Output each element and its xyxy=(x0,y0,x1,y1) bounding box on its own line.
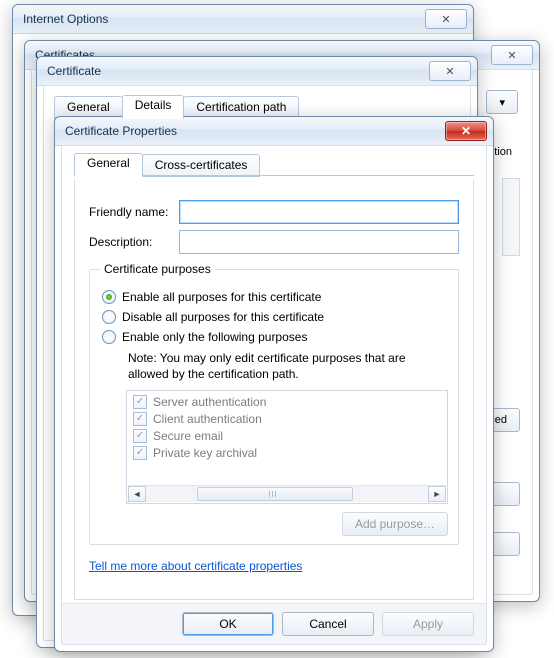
list-item-label: Server authentication xyxy=(153,395,266,409)
close-button[interactable]: ✕ xyxy=(445,121,487,141)
close-icon: ✕ xyxy=(441,13,450,26)
close-button[interactable]: ✕ xyxy=(429,61,471,81)
titlebar[interactable]: Certificate Properties ✕ xyxy=(55,117,493,146)
radio-label: Disable all purposes for this certificat… xyxy=(122,310,324,324)
chevron-right-icon: ► xyxy=(433,489,442,499)
list-item[interactable]: Private key archival xyxy=(129,444,445,461)
list-item-label: Secure email xyxy=(153,429,223,443)
close-icon: ✕ xyxy=(461,124,471,138)
checkbox-icon xyxy=(133,429,147,443)
checkbox-icon xyxy=(133,395,147,409)
checkbox-icon xyxy=(133,446,147,460)
tab-cross-certificates[interactable]: Cross-certificates xyxy=(142,154,261,177)
row-friendly-name: Friendly name: xyxy=(89,200,459,224)
window-title: Certificate Properties xyxy=(65,124,445,138)
friendly-name-input[interactable] xyxy=(179,200,459,224)
list-item-label: Private key archival xyxy=(153,446,257,460)
dropdown-partial[interactable]: ▾ xyxy=(486,90,518,114)
tabs: General Cross-certificates xyxy=(74,154,259,177)
description-input[interactable] xyxy=(179,230,459,254)
radio-enable-all[interactable]: Enable all purposes for this certificate xyxy=(102,290,448,304)
radio-enable-only[interactable]: Enable only the following purposes xyxy=(102,330,448,344)
radio-label: Enable only the following purposes xyxy=(122,330,307,344)
titlebar[interactable]: Internet Options ✕ xyxy=(13,5,473,34)
scroll-thumb[interactable] xyxy=(197,487,353,501)
dialog-footer: OK Cancel Apply xyxy=(62,603,486,644)
label-friendly-name: Friendly name: xyxy=(89,205,179,219)
window-certificate-properties: Certificate Properties ✕ General Cross-c… xyxy=(54,116,494,652)
list-item[interactable]: Secure email xyxy=(129,427,445,444)
close-icon: ✕ xyxy=(445,65,454,78)
checkbox-icon xyxy=(133,412,147,426)
apply-button: Apply xyxy=(382,612,474,636)
scrollbar-partial[interactable] xyxy=(502,178,520,256)
list-item-label: Client authentication xyxy=(153,412,262,426)
close-button[interactable]: ✕ xyxy=(491,45,533,65)
radio-icon xyxy=(102,310,116,324)
add-purpose-button: Add purpose… xyxy=(342,512,448,536)
purposes-list-inner: Server authentication Client authenticati… xyxy=(129,393,445,485)
purposes-note: Note: You may only edit certificate purp… xyxy=(128,350,448,382)
scroll-right-button[interactable]: ► xyxy=(428,486,446,502)
window-body: General Cross-certificates Friendly name… xyxy=(61,145,487,645)
horizontal-scrollbar[interactable]: ◄ ► xyxy=(128,485,446,502)
radio-label: Enable all purposes for this certificate xyxy=(122,290,321,304)
tab-general[interactable]: General xyxy=(74,153,143,177)
list-item[interactable]: Server authentication xyxy=(129,393,445,410)
titlebar[interactable]: Certificate ✕ xyxy=(37,57,477,86)
radio-icon xyxy=(102,330,116,344)
cancel-button[interactable]: Cancel xyxy=(282,612,374,636)
help-link[interactable]: Tell me more about certificate propertie… xyxy=(89,559,302,573)
ok-button[interactable]: OK xyxy=(182,612,274,636)
row-description: Description: xyxy=(89,230,459,254)
radio-disable-all[interactable]: Disable all purposes for this certificat… xyxy=(102,310,448,324)
purposes-list[interactable]: Server authentication Client authenticati… xyxy=(126,390,448,504)
groupbox-certificate-purposes: Certificate purposes Enable all purposes… xyxy=(89,262,459,545)
window-title: Internet Options xyxy=(23,12,421,26)
close-button[interactable]: ✕ xyxy=(425,9,467,29)
scroll-left-button[interactable]: ◄ xyxy=(128,486,146,502)
scroll-track[interactable] xyxy=(147,487,427,501)
window-title: Certificate xyxy=(47,64,425,78)
label-description: Description: xyxy=(89,235,179,249)
list-item[interactable]: Client authentication xyxy=(129,410,445,427)
radio-icon xyxy=(102,290,116,304)
tab-details[interactable]: Details xyxy=(122,95,185,119)
groupbox-legend: Certificate purposes xyxy=(100,262,215,276)
close-icon: ✕ xyxy=(507,49,516,62)
chevron-left-icon: ◄ xyxy=(133,489,142,499)
